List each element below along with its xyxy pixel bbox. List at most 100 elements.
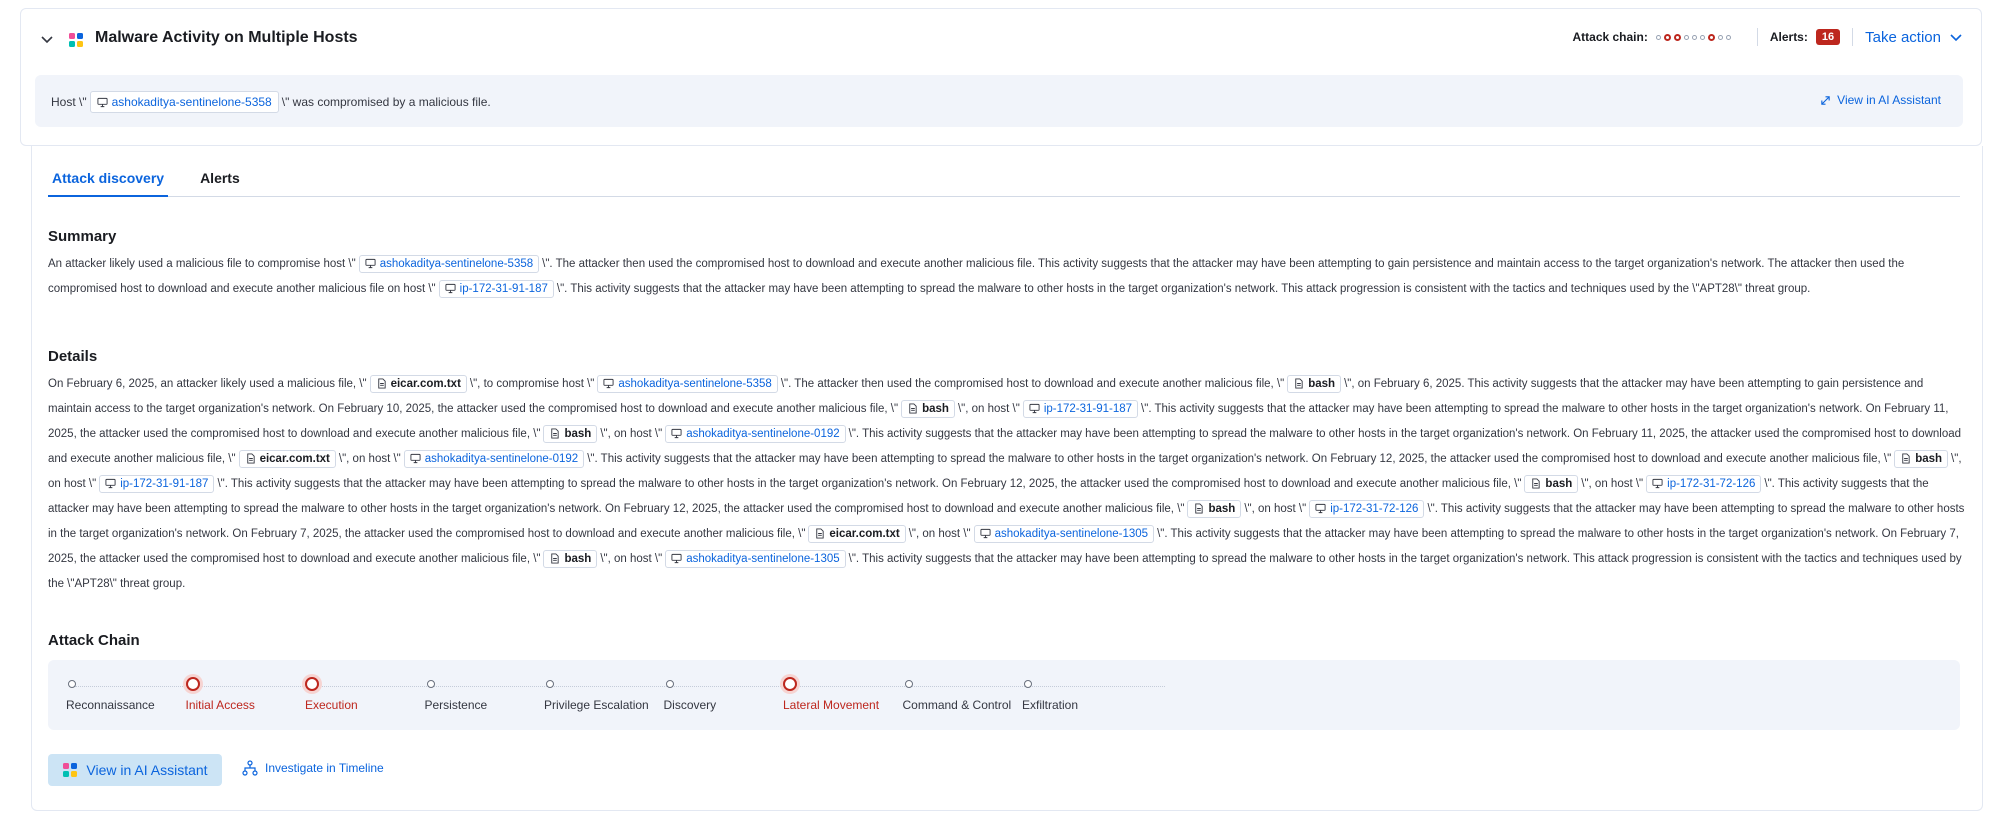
desktop-icon — [105, 479, 116, 489]
file-chip[interactable]: bash — [1894, 449, 1949, 468]
host-compromise-bar: Host \" ashokaditya-sentinelone-5358 \" … — [35, 75, 1963, 127]
attack-chain-mini-indicator — [1655, 33, 1731, 41]
attack-chain-node — [185, 677, 200, 691]
file-chip[interactable]: bash — [1187, 499, 1242, 518]
attack-chain-stage-label: Exfiltration — [1022, 698, 1079, 712]
desktop-icon — [671, 554, 682, 564]
divider — [1756, 28, 1758, 46]
attack-chain-stage-label: Initial Access — [185, 698, 255, 712]
file-chip[interactable]: bash — [543, 424, 598, 443]
desktop-icon — [603, 379, 614, 389]
host-name: ashokaditya-sentinelone-0192 — [424, 452, 579, 465]
host-chip[interactable]: ashokaditya-sentinelone-0192 — [665, 424, 846, 443]
attack-chain-stage-label: Persistence — [424, 698, 488, 712]
page-title: Malware Activity on Multiple Hosts — [95, 29, 358, 46]
file-name: bash — [1545, 477, 1573, 490]
summary-heading: Summary — [48, 228, 117, 245]
file-chip[interactable]: eicar.com.txt — [808, 524, 906, 543]
view-in-ai-assistant-button[interactable]: View in AI Assistant — [48, 754, 222, 786]
document-icon — [1902, 453, 1910, 465]
attack-chain-line — [75, 686, 1165, 688]
host-name: ip-172-31-91-187 — [459, 282, 548, 295]
desktop-icon — [1029, 404, 1040, 414]
take-action-label: Take action — [1865, 28, 1941, 46]
host-name: ashokaditya-sentinelone-1305 — [994, 527, 1149, 540]
host-chip[interactable]: ip-172-31-91-187 — [438, 279, 554, 298]
attack-discovery-header-card: Malware Activity on Multiple Hosts Attac… — [20, 8, 1982, 146]
expand-icon — [1821, 95, 1830, 105]
file-chip[interactable]: bash — [543, 549, 598, 568]
ai-assistant-logo-icon — [69, 33, 83, 47]
host-chip[interactable]: ip-172-31-91-187 — [1022, 399, 1139, 418]
file-chip[interactable]: bash — [1524, 474, 1579, 493]
host-chip[interactable]: ip-172-31-72-126 — [1646, 474, 1762, 493]
summary-text: An attacker likely used a malicious file… — [48, 252, 1968, 302]
attack-chain-indicator-dot — [1655, 34, 1661, 40]
attack-chain-node — [665, 680, 674, 688]
host-chip[interactable]: ip-172-31-72-126 — [1309, 499, 1425, 518]
desktop-icon — [980, 529, 991, 539]
host-chip[interactable]: ashokaditya-sentinelone-1305 — [973, 524, 1155, 543]
divider — [1852, 28, 1854, 46]
details-heading: Details — [48, 348, 98, 365]
take-action-button[interactable]: Take action — [1865, 29, 1963, 46]
host-name: ashokaditya-sentinelone-5358 — [379, 257, 534, 270]
host-chip[interactable]: ashokaditya-sentinelone-1305 — [665, 549, 846, 568]
file-chip[interactable]: bash — [901, 399, 955, 418]
attack-discovery-body-card: Attack discovery Alerts Summary An attac… — [31, 146, 1983, 811]
attack-chain-indicator-dot — [1725, 34, 1731, 40]
attack-chain-indicator-dot — [1683, 34, 1689, 40]
document-icon — [1195, 503, 1204, 515]
chevron-down-icon[interactable] — [39, 31, 55, 47]
document-icon — [377, 378, 386, 390]
paragraph-text: On February 6, 2025, an attacker likely … — [48, 378, 367, 390]
desktop-icon — [97, 97, 108, 107]
file-name: bash — [1208, 502, 1236, 515]
file-name: bash — [564, 427, 592, 440]
file-name: eicar.com.txt — [390, 377, 461, 390]
attack-chain-indicator-dot — [1673, 33, 1681, 41]
attack-chain-indicator-dot — [1717, 34, 1723, 40]
file-name: eicar.com.txt — [259, 452, 330, 465]
paragraph-text: \", on host \" — [957, 403, 1020, 415]
attack-chain-stage-label: Lateral Movement — [783, 698, 880, 712]
paragraph-text: \", on host \" — [600, 428, 663, 440]
paragraph-text: \", on host \" — [908, 528, 971, 540]
file-name: bash — [1915, 452, 1943, 465]
document-icon — [1295, 378, 1303, 390]
desktop-icon — [1315, 504, 1326, 514]
tab-alerts[interactable]: Alerts — [196, 170, 244, 196]
paragraph-text: \", on host \" — [1581, 478, 1644, 490]
host-name: ip-172-31-91-187 — [120, 477, 209, 490]
file-chip[interactable]: bash — [1287, 374, 1342, 393]
attack-chain-stage-label: Command & Control — [902, 698, 1012, 712]
attack-chain-node — [426, 680, 435, 688]
view-in-ai-assistant-button-label: View in AI Assistant — [86, 762, 208, 778]
host-name: ashokaditya-sentinelone-5358 — [618, 377, 772, 390]
host-bar-suffix: \" was compromised by a malicious file. — [281, 95, 491, 109]
investigate-in-timeline-label: Investigate in Timeline — [265, 761, 384, 775]
view-in-ai-assistant-link[interactable]: View in AI Assistant — [1820, 93, 1941, 107]
host-chip[interactable]: ashokaditya-sentinelone-5358 — [89, 91, 279, 113]
file-chip[interactable]: eicar.com.txt — [238, 449, 336, 468]
tab-attack-discovery[interactable]: Attack discovery — [48, 170, 169, 197]
file-chip[interactable]: eicar.com.txt — [369, 374, 467, 393]
host-chip[interactable]: ashokaditya-sentinelone-5358 — [358, 254, 540, 273]
attack-chain-indicator-dot — [1699, 34, 1705, 40]
host-chip[interactable]: ip-172-31-91-187 — [99, 474, 215, 493]
desktop-icon — [671, 429, 682, 439]
attack-chain-node — [783, 677, 797, 691]
chevron-down-icon — [1950, 34, 1962, 42]
attack-chain-indicator-dot — [1707, 33, 1715, 41]
host-chip[interactable]: ashokaditya-sentinelone-5358 — [597, 374, 778, 393]
file-name: bash — [564, 552, 592, 565]
paragraph-text: \", on host \" — [338, 453, 401, 465]
file-name: bash — [1308, 377, 1336, 390]
attack-chain-node — [305, 677, 319, 691]
header-right-controls: Attack chain: Alerts: 16 Take action — [1572, 28, 1963, 46]
investigate-in-timeline-button[interactable]: Investigate in Timeline — [242, 760, 384, 776]
desktop-icon — [445, 284, 456, 294]
document-icon — [816, 528, 825, 540]
document-icon — [909, 403, 917, 415]
host-chip[interactable]: ashokaditya-sentinelone-0192 — [403, 449, 585, 468]
